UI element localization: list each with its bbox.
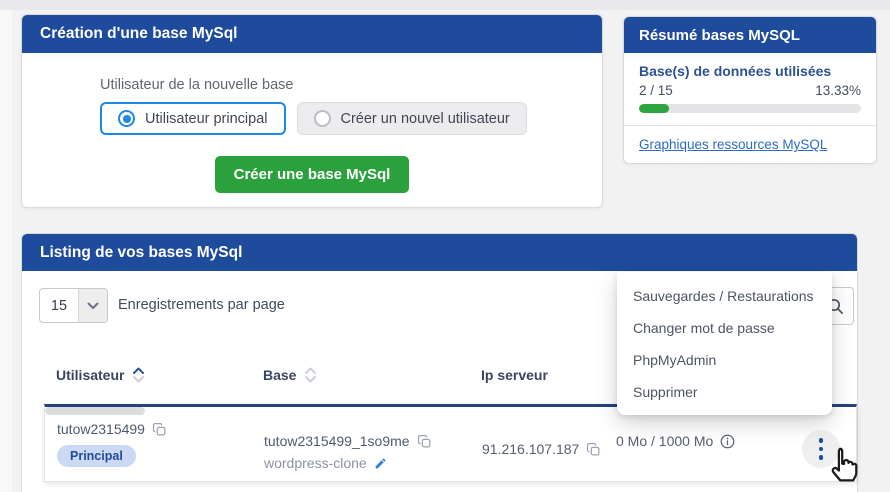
principal-badge: Principal: [57, 445, 136, 467]
row-ip-value: 91.216.107.187: [482, 441, 579, 457]
page-top-strip: [0, 0, 890, 10]
db-usage-count: 2 / 15: [639, 83, 673, 98]
mysql-listing-card-header: Listing de vos bases MySql: [22, 234, 857, 271]
db-usage-percent: 13.33%: [815, 83, 861, 98]
create-mysql-base-button[interactable]: Créer une base MySql: [215, 156, 410, 193]
column-header-user[interactable]: Utilisateur: [56, 367, 145, 383]
menu-item-phpmyadmin[interactable]: PhpMyAdmin: [617, 344, 832, 376]
row-actions-menu-button[interactable]: [802, 430, 840, 468]
menu-item-delete[interactable]: Supprimer: [617, 376, 832, 408]
copy-icon[interactable]: [417, 434, 432, 449]
create-mysql-card: Création d'une base MySql Utilisateur de…: [21, 14, 603, 208]
table-row: tutow2315499 Principal tutow2315499_1so9…: [44, 404, 857, 482]
dots-vertical-icon: [819, 447, 824, 452]
db-usage-progressbar: [639, 104, 861, 113]
row-size-value: 0 Mo / 1000 Mo: [616, 433, 713, 449]
radio-option-main-user-label: Utilisateur principal: [145, 111, 268, 127]
edit-pencil-icon[interactable]: [374, 457, 387, 470]
column-header-ip-label: Ip serveur: [481, 367, 548, 383]
radio-option-new-user[interactable]: Créer un nouvel utilisateur: [297, 102, 527, 135]
mysql-summary-card-title: Résumé bases MySQL: [639, 27, 800, 44]
dots-vertical-icon: [819, 455, 824, 460]
row-user-value: tutow2315499: [57, 421, 145, 437]
row-actions-context-menu: Sauvegardes / Restaurations Changer mot …: [617, 272, 832, 415]
new-base-user-label: Utilisateur de la nouvelle base: [100, 77, 524, 93]
sort-icon[interactable]: [304, 367, 317, 383]
column-header-user-label: Utilisateur: [56, 367, 124, 383]
row-size-progressbar: [45, 407, 145, 415]
radio-option-main-user[interactable]: Utilisateur principal: [100, 102, 286, 135]
mysql-graphs-link[interactable]: Graphiques ressources MySQL: [639, 137, 827, 152]
mysql-summary-card: Résumé bases MySQL Base(s) de données ut…: [623, 16, 877, 164]
copy-icon[interactable]: [152, 422, 167, 437]
row-base-value: tutow2315499_1so9me: [264, 433, 410, 449]
create-mysql-card-title: Création d'une base MySql: [40, 25, 237, 43]
copy-icon[interactable]: [586, 442, 601, 457]
radio-unselected-icon[interactable]: [314, 110, 331, 127]
page-left-strip: [0, 10, 12, 492]
records-per-page-label: Enregistrements par page: [118, 297, 285, 313]
mysql-usage-fill: [639, 104, 669, 113]
row-base-alias: wordpress-clone: [264, 455, 367, 471]
chevron-down-icon[interactable]: [78, 289, 107, 322]
db-usage-title: Base(s) de données utilisées: [639, 63, 861, 79]
mysql-listing-card-title: Listing de vos bases MySql: [40, 244, 242, 262]
column-header-base-label: Base: [263, 367, 296, 383]
column-header-ip: Ip serveur: [481, 367, 548, 383]
info-icon[interactable]: [720, 434, 735, 449]
mysql-summary-card-header: Résumé bases MySQL: [624, 17, 876, 53]
menu-item-change-password[interactable]: Changer mot de passe: [617, 312, 832, 344]
radio-selected-icon[interactable]: [118, 110, 135, 127]
create-mysql-card-header: Création d'une base MySql: [22, 15, 602, 53]
summary-divider: [624, 125, 876, 126]
page-size-value: 15: [40, 289, 78, 322]
page-size-select[interactable]: 15: [39, 288, 108, 323]
sort-icon[interactable]: [132, 367, 145, 383]
column-header-base[interactable]: Base: [263, 367, 317, 383]
menu-item-backups[interactable]: Sauvegardes / Restaurations: [617, 280, 832, 312]
radio-option-new-user-label: Créer un nouvel utilisateur: [341, 111, 510, 127]
dots-vertical-icon: [819, 438, 824, 443]
